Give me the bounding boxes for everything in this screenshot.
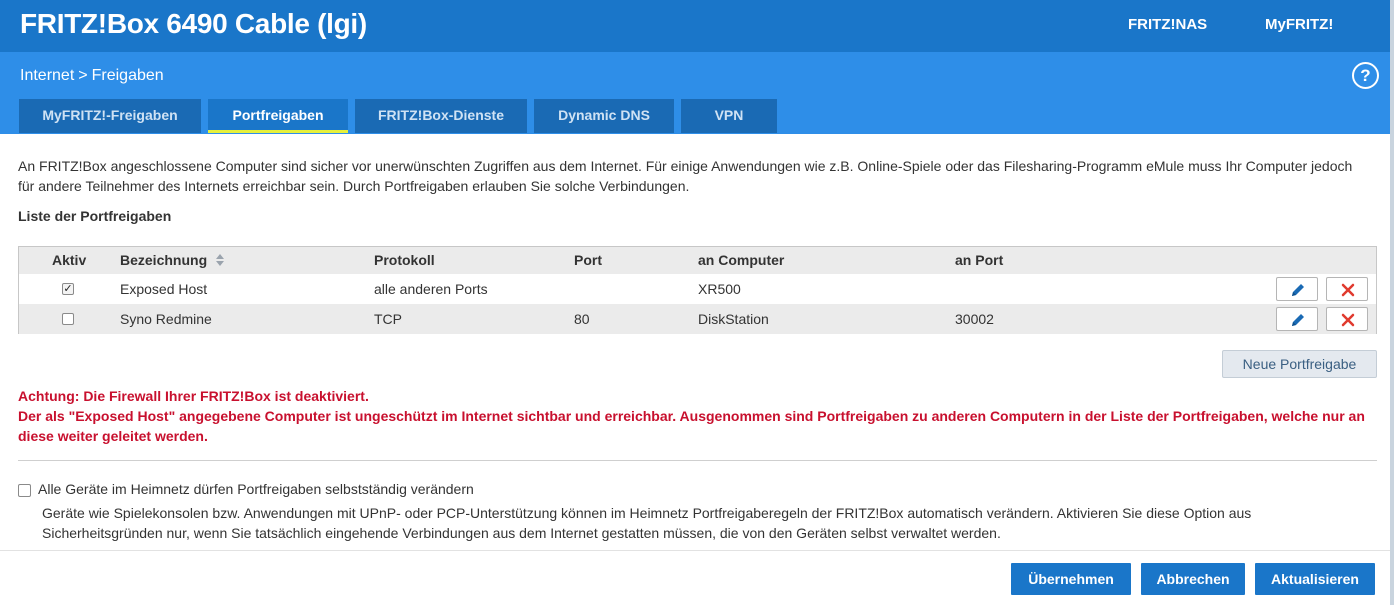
- breadcrumb-current: Freigaben: [91, 67, 164, 84]
- tab-vpn[interactable]: VPN: [681, 99, 777, 133]
- pencil-icon: [1292, 284, 1304, 296]
- cell-protokoll: alle anderen Ports: [374, 281, 488, 297]
- tab-portfreigaben[interactable]: Portfreigaben: [208, 99, 348, 133]
- cell-protokoll: TCP: [374, 311, 402, 327]
- cell-bezeichnung: Exposed Host: [120, 281, 208, 297]
- breadcrumb-parent[interactable]: Internet: [20, 67, 74, 84]
- new-port-forwarding-button[interactable]: Neue Portfreigabe: [1222, 350, 1377, 378]
- refresh-button[interactable]: Aktualisieren: [1255, 563, 1375, 595]
- apply-button[interactable]: Übernehmen: [1011, 563, 1131, 595]
- breadcrumb: Internet > Freigaben: [20, 67, 164, 85]
- cell-an-computer: DiskStation: [698, 311, 769, 327]
- tab-myfritz-freigaben[interactable]: MyFRITZ!-Freigaben: [19, 99, 201, 133]
- breadcrumb-bar: Internet > Freigaben: [0, 52, 1390, 99]
- table-header: Aktiv Bezeichnung Protokoll Port an Comp…: [19, 247, 1376, 274]
- cell-port: 80: [574, 311, 590, 327]
- cell-an-computer: XR500: [698, 281, 741, 297]
- allow-devices-checkbox[interactable]: [18, 484, 31, 497]
- cell-bezeichnung: Syno Redmine: [120, 311, 212, 327]
- warning-line-1: Achtung: Die Firewall Ihrer FRITZ!Box is…: [18, 388, 369, 404]
- scrollbar-rail[interactable]: [1390, 0, 1394, 605]
- warning-line-2: Der als "Exposed Host" angegebene Comput…: [18, 408, 1365, 444]
- table-row: Syno Redmine TCP 80 DiskStation 30002: [19, 304, 1376, 334]
- delete-button[interactable]: [1326, 307, 1368, 331]
- active-checkbox[interactable]: ✓: [62, 283, 74, 295]
- tab-fritzbox-dienste[interactable]: FRITZ!Box-Dienste: [355, 99, 527, 133]
- breadcrumb-separator: >: [78, 67, 88, 84]
- column-header-an-port: an Port: [955, 252, 1004, 268]
- cancel-button[interactable]: Abbrechen: [1141, 563, 1245, 595]
- close-icon: [1341, 283, 1355, 297]
- list-title: Liste der Portfreigaben: [18, 208, 172, 224]
- edit-button[interactable]: [1276, 277, 1318, 301]
- intro-text: An FRITZ!Box angeschlossene Computer sin…: [18, 158, 1353, 194]
- divider: [18, 460, 1377, 461]
- fritz-nas-link[interactable]: FRITZ!NAS: [1128, 16, 1207, 33]
- myfritz-link[interactable]: MyFRITZ!: [1265, 16, 1333, 33]
- allow-devices-description: Geräte wie Spielekonsolen bzw. Anwendung…: [42, 505, 1252, 541]
- column-header-protokoll: Protokoll: [374, 252, 435, 268]
- footer-divider: [0, 550, 1390, 551]
- column-header-bezeichnung[interactable]: Bezeichnung: [120, 252, 225, 270]
- close-icon: [1341, 313, 1355, 327]
- column-header-aktiv: Aktiv: [52, 252, 87, 268]
- cell-an-port: 30002: [955, 311, 994, 327]
- firewall-warning: Achtung: Die Firewall Ihrer FRITZ!Box is…: [18, 386, 1380, 446]
- tab-dynamic-dns[interactable]: Dynamic DNS: [534, 99, 674, 133]
- delete-button[interactable]: [1326, 277, 1368, 301]
- help-icon[interactable]: ?: [1352, 62, 1379, 89]
- column-header-port: Port: [574, 252, 602, 268]
- port-forwarding-table: Aktiv Bezeichnung Protokoll Port an Comp…: [18, 246, 1377, 334]
- table-row: ✓ Exposed Host alle anderen Ports XR500: [19, 274, 1376, 304]
- tab-bar: MyFRITZ!-Freigaben Portfreigaben FRITZ!B…: [0, 99, 1390, 134]
- allow-devices-label[interactable]: Alle Geräte im Heimnetz dürfen Portfreig…: [38, 481, 474, 497]
- pencil-icon: [1292, 314, 1304, 326]
- column-header-bezeichnung-label: Bezeichnung: [120, 252, 208, 268]
- active-checkbox[interactable]: [62, 313, 74, 325]
- edit-button[interactable]: [1276, 307, 1318, 331]
- column-header-an-computer: an Computer: [698, 252, 785, 268]
- sort-arrows-icon[interactable]: [215, 253, 225, 270]
- top-header: FRITZ!Box 6490 Cable (lgi) FRITZ!NAS MyF…: [0, 0, 1394, 52]
- app-title: FRITZ!Box 6490 Cable (lgi): [20, 8, 367, 39]
